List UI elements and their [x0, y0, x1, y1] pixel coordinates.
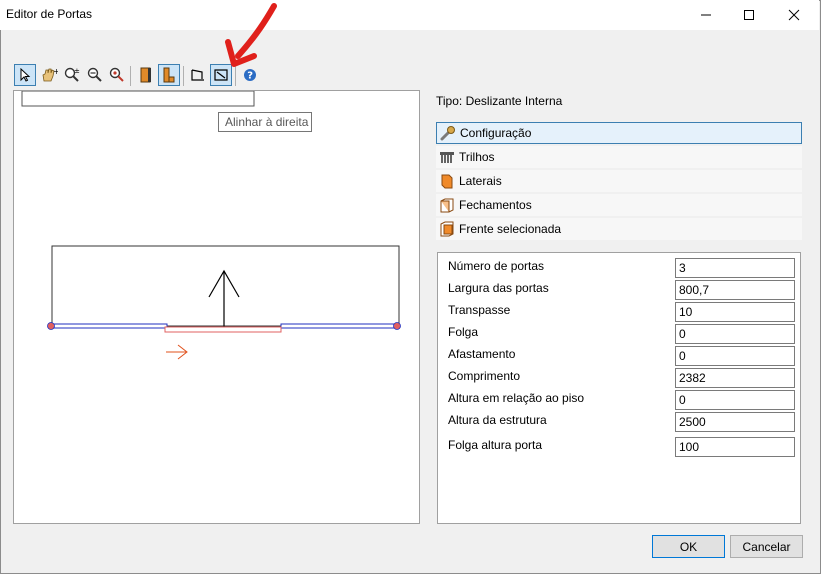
side-panel-icon	[439, 173, 455, 189]
door-icon	[140, 67, 151, 83]
door-type-label: Tipo: Deslizante Interna	[436, 94, 563, 108]
minimize-icon	[701, 14, 711, 16]
prop-label-comprimento: Comprimento	[448, 369, 521, 383]
closure-icon	[439, 197, 455, 213]
altura-piso-input[interactable]	[675, 390, 795, 410]
tooltip: Alinhar à direita	[218, 112, 312, 132]
zoom-out-button[interactable]	[84, 64, 106, 86]
prop-label-altura-estrutura: Altura da estrutura	[448, 413, 547, 427]
comprimento-input[interactable]	[675, 368, 795, 388]
rails-icon	[439, 149, 455, 165]
align-right-icon	[214, 69, 228, 81]
section-label: Configuração	[460, 126, 532, 140]
altura-estrutura-input[interactable]	[675, 412, 795, 432]
zoom-in-icon: ±	[64, 67, 80, 82]
zoom-fit-button[interactable]	[106, 64, 128, 86]
prop-label-numero-portas: Número de portas	[448, 259, 545, 273]
cancel-button[interactable]: Cancelar	[730, 535, 803, 558]
section-configuracao[interactable]: Configuração	[436, 122, 802, 144]
section-fechamentos[interactable]: Fechamentos	[436, 194, 802, 216]
zoom-in-button[interactable]: ±	[61, 64, 83, 86]
section-label: Fechamentos	[459, 198, 532, 212]
largura-portas-input[interactable]	[675, 280, 795, 300]
prop-label-folga-altura-porta: Folga altura porta	[448, 438, 543, 452]
select-tool-button[interactable]	[14, 64, 36, 86]
hand-icon: +	[42, 67, 58, 82]
section-label: Trilhos	[459, 150, 495, 164]
section-label: Frente selecionada	[459, 222, 562, 236]
zoom-extents-icon	[109, 67, 124, 82]
wrench-icon	[440, 125, 456, 141]
maximize-icon	[744, 10, 754, 20]
align-left-button[interactable]	[187, 64, 209, 86]
section-trilhos[interactable]: Trilhos	[436, 146, 802, 168]
svg-text:?: ?	[247, 71, 253, 82]
section-laterais[interactable]: Laterais	[436, 170, 802, 192]
close-icon	[788, 9, 800, 21]
section-label: Laterais	[459, 174, 502, 188]
maximize-button[interactable]	[726, 0, 772, 30]
pan-tool-button[interactable]: +	[38, 64, 60, 86]
door-profile-icon	[163, 67, 175, 83]
prop-label-largura-portas: Largura das portas	[448, 281, 549, 295]
minimize-button[interactable]	[683, 0, 729, 30]
prop-label-folga: Folga	[448, 325, 479, 339]
folga-altura-porta-input[interactable]	[675, 437, 795, 457]
prop-label-transpasse: Transpasse	[448, 303, 511, 317]
afastamento-input[interactable]	[675, 346, 795, 366]
folga-input[interactable]	[675, 324, 795, 344]
close-button[interactable]	[771, 0, 817, 30]
prop-label-afastamento: Afastamento	[448, 347, 516, 361]
window-title: Editor de Portas	[6, 7, 93, 21]
numero-portas-input[interactable]	[675, 258, 795, 278]
svg-text:±: ±	[74, 67, 80, 75]
annotation-arrow-icon	[225, 3, 277, 67]
help-icon: ?	[244, 69, 256, 82]
zoom-out-icon	[87, 67, 102, 82]
align-left-icon	[191, 69, 204, 81]
door-plan-drawing	[21, 90, 401, 360]
transpasse-input[interactable]	[675, 302, 795, 322]
cursor-icon	[20, 68, 31, 82]
door-left-button[interactable]	[135, 64, 157, 86]
prop-label-altura-piso: Altura em relação ao piso	[448, 391, 585, 405]
svg-text:+: +	[53, 67, 58, 76]
section-frente-selecionada[interactable]: Frente selecionada	[436, 218, 802, 240]
door-profile-button[interactable]	[158, 64, 180, 86]
front-icon	[439, 221, 455, 237]
ok-button[interactable]: OK	[652, 535, 725, 558]
drawing-canvas[interactable]	[13, 90, 420, 524]
